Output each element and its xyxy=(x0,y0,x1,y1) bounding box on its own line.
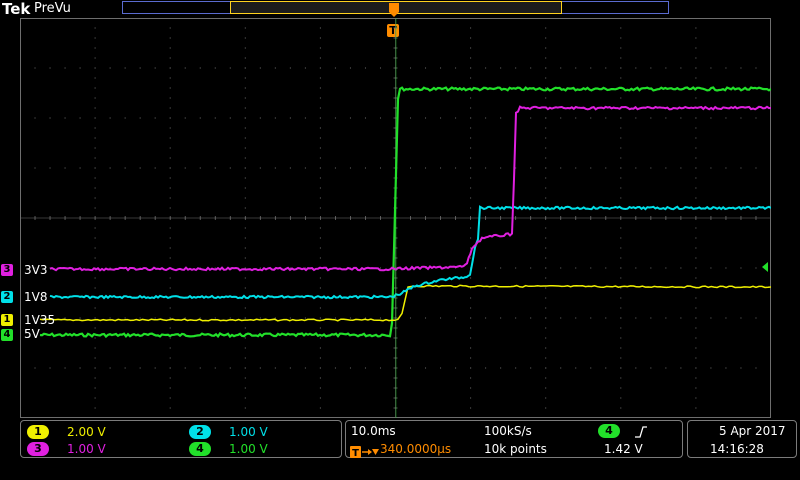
waveform-display[interactable] xyxy=(20,18,771,418)
trigger-position-icon xyxy=(389,3,399,17)
ch1-ground-marker[interactable]: 1 xyxy=(1,314,13,326)
ch2-badge[interactable]: 2 xyxy=(189,425,211,439)
ch4-badge[interactable]: 4 xyxy=(189,442,211,456)
record-length: 10k points xyxy=(484,442,547,456)
svg-text:T: T xyxy=(352,448,359,458)
ch2-ground-marker[interactable]: 2 xyxy=(1,291,13,303)
horizontal-trigger-panel[interactable]: 10.0ms 100kS/s T 340.0000µs 10k points 4… xyxy=(345,420,683,459)
ch4-label: 5V xyxy=(24,327,40,341)
ch3-waveform xyxy=(49,105,771,272)
trigger-source-badge[interactable]: 4 xyxy=(598,424,620,438)
tek-logo: Tek xyxy=(2,0,31,18)
trigger-delay-icon: T xyxy=(350,443,380,459)
ch3-badge[interactable]: 3 xyxy=(27,442,49,456)
ch1-label: 1V35 xyxy=(24,313,56,327)
graticule xyxy=(20,18,771,418)
ch4-scale[interactable]: 1.00 V xyxy=(229,442,268,456)
trigger-level[interactable]: 1.42 V xyxy=(604,442,643,456)
datetime-panel: 5 Apr 2017 14:16:28 xyxy=(687,420,797,458)
trigger-level-icon xyxy=(762,262,768,272)
top-status-bar: Tek PreVu xyxy=(0,0,800,18)
ch1-badge[interactable]: 1 xyxy=(27,425,49,439)
trigger-level-marker[interactable] xyxy=(760,258,770,272)
acquisition-mode: PreVu xyxy=(34,1,71,16)
readout-area: 1 2.00 V 2 1.00 V 3 1.00 V 4 1.00 V 10.0… xyxy=(0,419,800,480)
ch4-ground-marker[interactable]: 4 xyxy=(1,329,13,341)
time-per-division[interactable]: 10.0ms xyxy=(351,424,396,438)
ch2-waveform xyxy=(49,205,771,300)
time-display: 14:16:28 xyxy=(710,442,764,456)
trigger-delay[interactable]: 340.0000µs xyxy=(380,442,451,456)
sample-rate: 100kS/s xyxy=(484,424,532,438)
date-display: 5 Apr 2017 xyxy=(719,424,786,438)
ch2-scale[interactable]: 1.00 V xyxy=(229,425,268,439)
ch2-label: 1V8 xyxy=(24,290,48,304)
rising-edge-icon xyxy=(634,424,648,438)
ch3-scale[interactable]: 1.00 V xyxy=(67,442,106,456)
trigger-position-marker[interactable] xyxy=(389,2,399,17)
ch1-scale[interactable]: 2.00 V xyxy=(67,425,106,439)
ch3-label: 3V3 xyxy=(24,263,48,277)
ch3-ground-marker[interactable]: 3 xyxy=(1,264,13,276)
vertical-scale-panel[interactable]: 1 2.00 V 2 1.00 V 3 1.00 V 4 1.00 V xyxy=(20,420,342,458)
